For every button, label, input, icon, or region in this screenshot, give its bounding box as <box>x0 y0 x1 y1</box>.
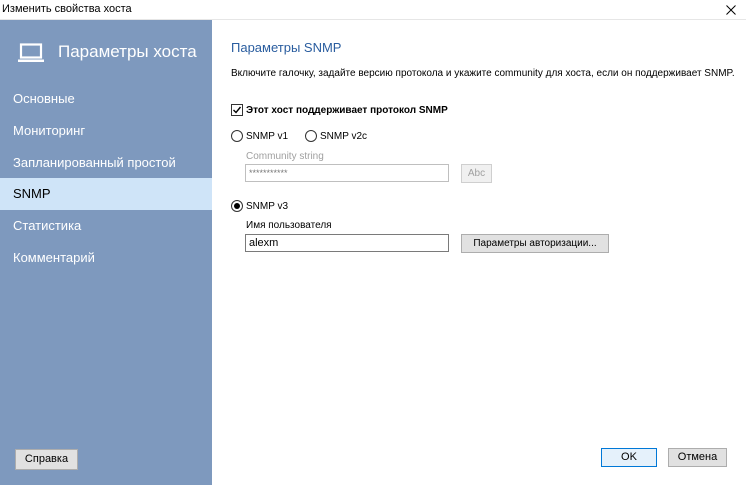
close-icon <box>726 5 736 15</box>
show-text-button[interactable]: Abc <box>461 164 492 183</box>
sidebar-item-label: Статистика <box>13 218 82 233</box>
help-button[interactable]: Справка <box>15 449 78 470</box>
radio-snmp-v2c[interactable]: SNMP v2c <box>305 130 367 142</box>
sidebar-header: Параметры хоста <box>0 20 212 88</box>
radio-button[interactable] <box>305 130 317 142</box>
sidebar-item-label: Основные <box>13 91 75 106</box>
window-title: Изменить свойства хоста <box>2 3 132 15</box>
username-label: Имя пользователя <box>246 220 332 231</box>
sidebar-item-label: Запланированный простой <box>13 155 176 170</box>
sidebar-item-general[interactable]: Основные <box>0 83 212 115</box>
ok-button[interactable]: OK <box>601 448 657 467</box>
cancel-button[interactable]: Отмена <box>668 448 727 467</box>
sidebar-title: Параметры хоста <box>58 42 197 61</box>
auth-settings-button[interactable]: Параметры авторизации... <box>461 234 609 253</box>
radio-snmp-v3[interactable]: SNMP v3 <box>231 200 288 212</box>
check-icon <box>233 106 242 114</box>
radio-button[interactable] <box>231 200 243 212</box>
sidebar-item-monitoring[interactable]: Мониторинг <box>0 115 212 147</box>
username-input[interactable]: alexm <box>245 234 449 252</box>
radio-label: SNMP v2c <box>320 130 368 142</box>
main-panel: Параметры SNMP Включите галочку, задайте… <box>212 20 746 485</box>
radio-snmp-v1[interactable]: SNMP v1 <box>231 130 288 142</box>
snmp-support-label: Этот хост поддерживает протокол SNMP <box>246 104 448 116</box>
community-string-input[interactable]: *********** <box>245 164 449 182</box>
sidebar-item-scheduled-downtime[interactable]: Запланированный простой <box>0 147 212 179</box>
description-text: Включите галочку, задайте версию протоко… <box>231 68 735 79</box>
snmp-support-checkbox[interactable] <box>231 104 243 116</box>
close-button[interactable] <box>716 0 746 20</box>
sidebar-item-label: Мониторинг <box>13 123 86 138</box>
sidebar-item-snmp[interactable]: SNMP <box>0 178 212 210</box>
radio-label: SNMP v1 <box>246 130 289 142</box>
radio-label: SNMP v3 <box>246 200 289 212</box>
snmp-support-checkbox-row[interactable]: Этот хост поддерживает протокол SNMP <box>231 104 448 116</box>
sidebar: Параметры хоста Основные Мониторинг Запл… <box>0 20 212 485</box>
section-title: Параметры SNMP <box>231 40 342 55</box>
sidebar-item-statistics[interactable]: Статистика <box>0 210 212 242</box>
laptop-icon <box>18 43 44 62</box>
community-string-label: Community string <box>246 151 324 162</box>
sidebar-item-comment[interactable]: Комментарий <box>0 242 212 274</box>
sidebar-item-label: Комментарий <box>13 250 95 265</box>
title-bar: Изменить свойства хоста <box>0 0 746 20</box>
sidebar-item-label: SNMP <box>13 186 51 201</box>
radio-button[interactable] <box>231 130 243 142</box>
